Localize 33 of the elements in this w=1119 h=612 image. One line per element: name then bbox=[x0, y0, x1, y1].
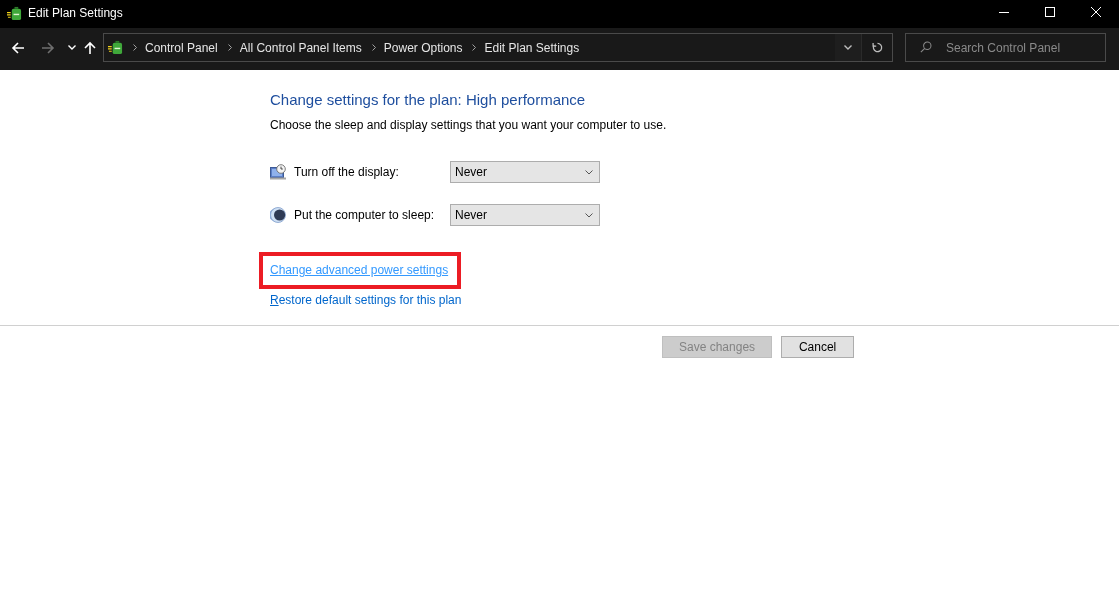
search-icon bbox=[920, 41, 932, 53]
description-text: Choose the sleep and display settings that you want your computer to use. bbox=[270, 117, 667, 133]
chevron-right-icon[interactable] bbox=[227, 44, 232, 51]
chevron-down-icon bbox=[585, 169, 593, 175]
page-heading: Change settings for the plan: High performance bbox=[270, 90, 586, 110]
maximize-icon[interactable] bbox=[1045, 7, 1055, 17]
chevron-right-icon[interactable] bbox=[371, 44, 376, 51]
breadcrumb-item[interactable]: Edit Plan Settings bbox=[484, 40, 580, 55]
search-field[interactable]: Search Control Panel bbox=[905, 33, 1106, 62]
breadcrumb-item[interactable]: Power Options bbox=[383, 40, 463, 55]
back-arrow-icon[interactable] bbox=[11, 41, 25, 55]
window-title: Edit Plan Settings bbox=[28, 5, 123, 20]
battery-plug-icon bbox=[108, 40, 123, 55]
chevron-down-icon[interactable] bbox=[844, 45, 852, 50]
minimize-icon[interactable] bbox=[999, 11, 1009, 13]
dialog-button[interactable]: Cancel bbox=[781, 336, 855, 358]
monitor-clock-icon bbox=[270, 164, 286, 180]
up-arrow-icon[interactable] bbox=[83, 41, 97, 55]
dropdown[interactable]: Never bbox=[450, 161, 600, 183]
refresh-icon[interactable] bbox=[871, 42, 883, 53]
dropdown[interactable]: Never bbox=[450, 204, 600, 226]
battery-plug-icon bbox=[7, 5, 22, 21]
close-icon[interactable] bbox=[1091, 7, 1101, 17]
setting-label: Put the computer to sleep: bbox=[294, 208, 435, 222]
link[interactable]: Restore default settings for this plan bbox=[270, 292, 462, 308]
address-bar[interactable]: Control Panel All Control Panel Items Power Options Edit Plan Settings bbox=[103, 33, 893, 62]
chevron-right-icon[interactable] bbox=[472, 44, 477, 51]
chevron-down-icon bbox=[585, 212, 593, 218]
moon-icon bbox=[270, 207, 286, 223]
chevron-right-icon[interactable] bbox=[133, 44, 137, 51]
setting-label: Turn off the display: bbox=[294, 165, 399, 179]
breadcrumb-item[interactable]: Control Panel bbox=[145, 40, 218, 55]
breadcrumb-item[interactable]: All Control Panel Items bbox=[239, 40, 362, 55]
